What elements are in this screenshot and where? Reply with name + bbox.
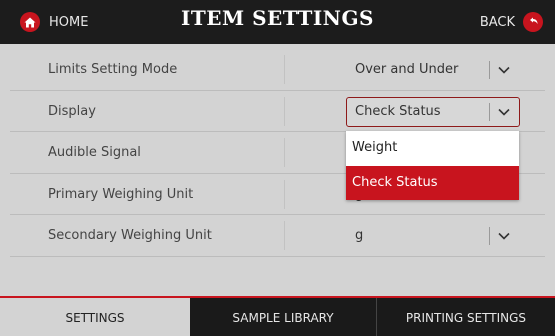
column-divider	[284, 96, 285, 126]
secondary-unit-select[interactable]: g	[346, 221, 520, 251]
display-dropdown-menu: Weight Check Status	[346, 131, 519, 200]
setting-row-secondary-unit: Secondary Weighing Unit g	[10, 215, 545, 257]
column-divider	[284, 138, 285, 167]
back-label: BACK	[479, 14, 515, 30]
tab-printing-settings[interactable]: PRINTING SETTINGS	[376, 298, 555, 336]
chevron-down-icon	[498, 66, 510, 74]
setting-label: Audible Signal	[48, 145, 141, 160]
chevron-down-icon	[498, 108, 510, 116]
column-divider	[284, 55, 285, 84]
setting-row-limits-mode: Limits Setting Mode Over and Under	[10, 49, 545, 91]
chevron-down-icon	[498, 232, 510, 240]
top-bar: HOME ITEM SETTINGS BACK	[0, 0, 555, 44]
bottom-tab-bar: SETTINGS SAMPLE LIBRARY PRINTING SETTING…	[0, 296, 555, 336]
limits-mode-select[interactable]: Over and Under	[346, 55, 520, 85]
select-value: g	[355, 228, 364, 243]
tab-sample-library[interactable]: SAMPLE LIBRARY	[190, 298, 376, 336]
select-separator	[489, 102, 490, 121]
setting-label: Secondary Weighing Unit	[48, 228, 212, 243]
select-value: Over and Under	[355, 62, 459, 77]
tab-settings[interactable]: SETTINGS	[0, 298, 190, 336]
back-button[interactable]: BACK	[480, 11, 543, 33]
back-arrow-icon	[523, 12, 543, 32]
setting-label: Display	[48, 103, 96, 119]
dropdown-option-check-status[interactable]: Check Status	[346, 165, 519, 200]
column-divider	[284, 221, 285, 250]
column-divider	[284, 179, 285, 209]
setting-label: Primary Weighing Unit	[48, 186, 194, 202]
select-separator	[489, 227, 490, 245]
setting-label: Limits Setting Mode	[48, 62, 178, 77]
page-title: ITEM SETTINGS	[181, 6, 374, 30]
select-separator	[489, 61, 490, 79]
display-select[interactable]: Check Status	[346, 96, 520, 127]
dropdown-option-weight[interactable]: Weight	[346, 131, 519, 166]
select-value: Check Status	[355, 103, 441, 119]
setting-row-display: Display Check Status	[10, 91, 545, 132]
